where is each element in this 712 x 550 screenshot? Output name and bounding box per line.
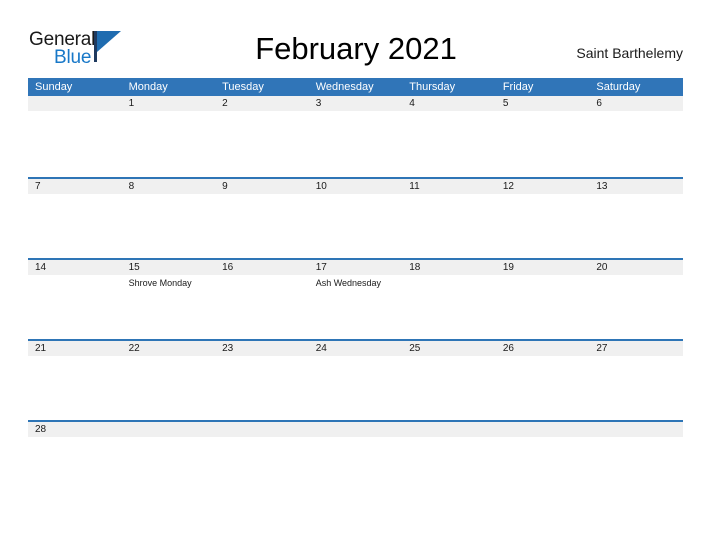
- day-number[interactable]: 16: [215, 260, 309, 275]
- day-number[interactable]: 7: [28, 179, 122, 194]
- day-event-cell[interactable]: [309, 111, 403, 175]
- day-event-cell[interactable]: [589, 356, 683, 420]
- day-number[interactable]: 2: [215, 96, 309, 111]
- day-event-cell[interactable]: [215, 194, 309, 258]
- day-event-cell[interactable]: [402, 356, 496, 420]
- day-number[interactable]: 25: [402, 341, 496, 356]
- day-event-cell[interactable]: [496, 194, 590, 258]
- weekday-header-wednesday: Wednesday: [315, 81, 374, 93]
- day-number[interactable]: 3: [309, 96, 403, 111]
- day-number[interactable]: 26: [496, 341, 590, 356]
- day-event-cell[interactable]: [215, 111, 309, 175]
- day-number[interactable]: 9: [215, 179, 309, 194]
- day-event-cell[interactable]: [215, 275, 309, 339]
- day-number[interactable]: 5: [496, 96, 590, 111]
- day-number[interactable]: [496, 422, 590, 437]
- day-number[interactable]: [122, 422, 216, 437]
- day-event-cell[interactable]: [496, 111, 590, 175]
- week-row: 28: [28, 420, 683, 441]
- day-event-cell[interactable]: [589, 275, 683, 339]
- day-event-cell[interactable]: [496, 356, 590, 420]
- day-number[interactable]: 6: [589, 96, 683, 111]
- week-day-number-strip: 1 2 3 4 5 6: [28, 96, 683, 111]
- weekday-header-tuesday: Tuesday: [222, 81, 264, 93]
- day-number[interactable]: 1: [122, 96, 216, 111]
- week-day-number-strip: 21 22 23 24 25 26 27: [28, 341, 683, 356]
- day-event-cell[interactable]: [122, 111, 216, 175]
- day-number[interactable]: 15: [122, 260, 216, 275]
- day-number[interactable]: 8: [122, 179, 216, 194]
- day-event-cell[interactable]: [589, 194, 683, 258]
- week-day-number-strip: 28: [28, 422, 683, 437]
- week-event-strip: [28, 111, 683, 175]
- page-header: General Blue February 2021 Saint Barthel…: [0, 0, 712, 78]
- calendar-page: General Blue February 2021 Saint Barthel…: [0, 0, 712, 550]
- day-event-cell[interactable]: [309, 194, 403, 258]
- day-number[interactable]: [215, 422, 309, 437]
- day-number[interactable]: 4: [402, 96, 496, 111]
- day-number[interactable]: 23: [215, 341, 309, 356]
- day-event-cell[interactable]: [496, 275, 590, 339]
- day-event-cell[interactable]: [589, 111, 683, 175]
- week-day-number-strip: 14 15 16 17 18 19 20: [28, 260, 683, 275]
- day-number[interactable]: 19: [496, 260, 590, 275]
- day-event-cell[interactable]: [402, 111, 496, 175]
- week-row: 21 22 23 24 25 26 27: [28, 339, 683, 420]
- day-event-cell[interactable]: [402, 275, 496, 339]
- day-number[interactable]: [28, 96, 122, 111]
- day-event-cell[interactable]: Shrove Monday: [122, 275, 216, 339]
- day-number[interactable]: 17: [309, 260, 403, 275]
- day-number[interactable]: [589, 422, 683, 437]
- day-event-cell[interactable]: [28, 111, 122, 175]
- day-event-text: Ash Wednesday: [315, 278, 382, 288]
- week-row: 7 8 9 10 11 12 13: [28, 177, 683, 258]
- day-event-text: Shrove Monday: [128, 278, 192, 288]
- week-event-strip: [28, 356, 683, 420]
- week-row: 1 2 3 4 5 6: [28, 96, 683, 177]
- day-number[interactable]: 10: [309, 179, 403, 194]
- weekday-header-monday: Monday: [128, 81, 168, 93]
- day-number[interactable]: 27: [589, 341, 683, 356]
- day-number[interactable]: 11: [402, 179, 496, 194]
- day-number[interactable]: 14: [28, 260, 122, 275]
- day-number[interactable]: [309, 422, 403, 437]
- week-day-number-strip: 7 8 9 10 11 12 13: [28, 179, 683, 194]
- day-number[interactable]: 24: [309, 341, 403, 356]
- day-number[interactable]: 28: [28, 422, 122, 437]
- day-event-cell[interactable]: [122, 356, 216, 420]
- day-number[interactable]: [402, 422, 496, 437]
- weekday-header-sunday: Sunday: [35, 81, 73, 93]
- day-number[interactable]: 18: [402, 260, 496, 275]
- weekday-header-saturday: Saturday: [596, 81, 641, 93]
- calendar-grid: Sunday Monday Tuesday Wednesday Thursday…: [28, 78, 683, 441]
- day-event-cell[interactable]: [122, 194, 216, 258]
- weekday-header-friday: Friday: [502, 81, 534, 93]
- week-event-strip: [28, 194, 683, 258]
- day-event-cell[interactable]: [28, 194, 122, 258]
- day-number[interactable]: 20: [589, 260, 683, 275]
- weekday-header-row: Sunday Monday Tuesday Wednesday Thursday…: [28, 78, 683, 96]
- day-number[interactable]: 12: [496, 179, 590, 194]
- day-number[interactable]: 13: [589, 179, 683, 194]
- day-event-cell[interactable]: [28, 356, 122, 420]
- day-event-cell[interactable]: [28, 275, 122, 339]
- week-event-strip: Shrove Monday Ash Wednesday: [28, 275, 683, 339]
- day-number[interactable]: 22: [122, 341, 216, 356]
- day-number[interactable]: 21: [28, 341, 122, 356]
- week-row: 14 15 16 17 18 19 20 Shrove Monday Ash W…: [28, 258, 683, 339]
- location-label: Saint Barthelemy: [576, 45, 683, 61]
- day-event-cell[interactable]: [309, 356, 403, 420]
- day-event-cell[interactable]: [402, 194, 496, 258]
- day-event-cell[interactable]: Ash Wednesday: [309, 275, 403, 339]
- day-event-cell[interactable]: [215, 356, 309, 420]
- weekday-header-thursday: Thursday: [409, 81, 456, 93]
